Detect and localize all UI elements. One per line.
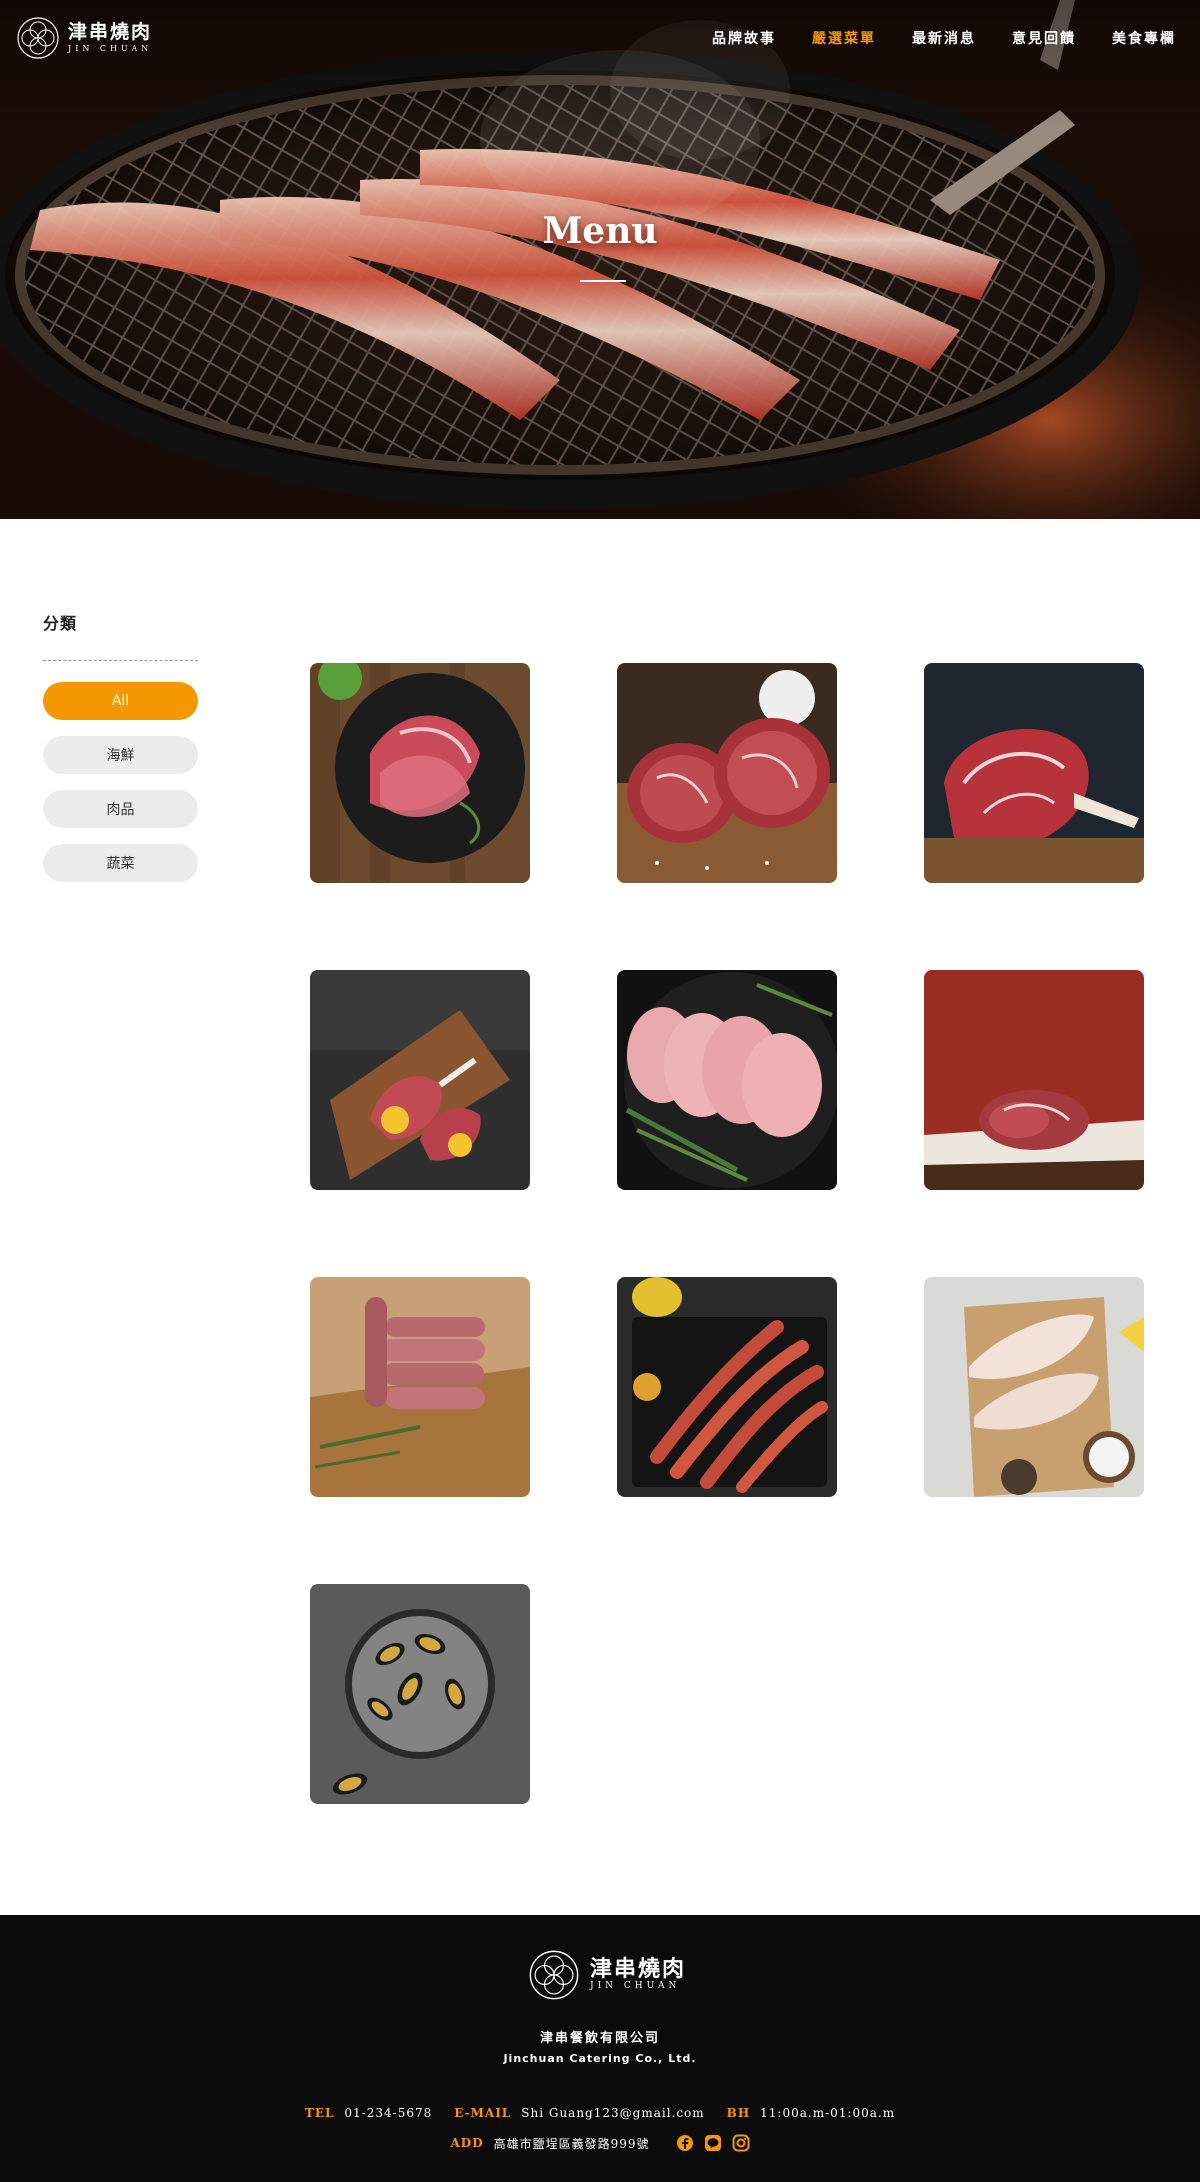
menu-item-card[interactable] xyxy=(924,1277,1144,1497)
hero-banner: 津串燒肉 JIN CHUAN 品牌故事 嚴選菜單 最新消息 意見回饋 美食專欄 … xyxy=(0,0,1200,519)
tomahawk-steak-photo xyxy=(924,663,1144,883)
social-icons xyxy=(676,2134,750,2152)
brand-name-cn: 津串燒肉 xyxy=(68,21,153,43)
address-value: 高雄市鹽埕區義發路999號 xyxy=(493,2136,650,2151)
category-meat-button[interactable]: 肉品 xyxy=(43,790,198,828)
lamb-chops-photo xyxy=(310,970,530,1190)
menu-item-card[interactable] xyxy=(617,663,837,883)
sidebar-divider xyxy=(43,660,198,661)
line-icon[interactable] xyxy=(704,2134,722,2152)
beef-steaks-photo xyxy=(617,663,837,883)
tel-label: TEL xyxy=(304,2106,335,2120)
category-seafood-button[interactable]: 海鮮 xyxy=(43,736,198,774)
nav-item-food-column[interactable]: 美食專欄 xyxy=(1112,28,1176,48)
menu-item-card[interactable] xyxy=(310,1584,530,1804)
company-name-cn: 津串餐飲有限公司 xyxy=(539,2031,660,2046)
footer-brand-name-cn: 津串燒肉 xyxy=(590,1956,687,1982)
tel-value[interactable]: 01-234-5678 xyxy=(344,2106,432,2120)
brand-logo[interactable]: 津串燒肉 JIN CHUAN xyxy=(16,16,152,60)
menu-item-card[interactable] xyxy=(310,970,530,1190)
pork-loin-slices-photo xyxy=(617,970,837,1190)
beef-roast-photo xyxy=(924,970,1144,1190)
fish-fillet-photo xyxy=(924,1277,1144,1497)
hero-overlay xyxy=(0,0,1200,519)
main-nav: 品牌故事 嚴選菜單 最新消息 意見回饋 美食專欄 xyxy=(712,28,1176,48)
company-name-en: Jinchuan Catering Co., Ltd. xyxy=(503,2052,697,2065)
menu-item-card[interactable] xyxy=(924,970,1144,1190)
bh-value: 11:00a.m-01:00a.m xyxy=(760,2106,896,2120)
footer-brand-name-en: JIN CHUAN xyxy=(590,1981,681,1991)
menu-item-card[interactable] xyxy=(310,663,530,883)
burger-patties-photo xyxy=(310,1277,530,1497)
logo-mark-icon xyxy=(17,17,59,59)
contact-row: TEL 01-234-5678 E-MAIL Shi Guang123@gmail.c… xyxy=(0,2106,1200,2120)
sidebar-title: 分類 xyxy=(43,614,78,633)
category-list: All 海鮮 肉品 蔬菜 xyxy=(43,682,198,882)
prosciutto-photo xyxy=(310,663,530,883)
instagram-icon[interactable] xyxy=(732,2134,750,2152)
menu-item-card[interactable] xyxy=(310,1277,530,1497)
category-sidebar: 分類 All 海鮮 肉品 蔬菜 xyxy=(43,610,198,882)
menu-item-card[interactable] xyxy=(617,1277,837,1497)
add-label: ADD xyxy=(450,2136,484,2150)
nav-item-news[interactable]: 最新消息 xyxy=(912,28,976,48)
footer-logo[interactable]: 津串燒肉 JIN CHUAN xyxy=(528,1949,686,2001)
nav-item-brand-story[interactable]: 品牌故事 xyxy=(712,28,776,48)
facebook-icon[interactable] xyxy=(676,2134,694,2152)
email-label: E-MAIL xyxy=(454,2106,512,2120)
category-all-button[interactable]: All xyxy=(43,682,198,720)
nav-item-feedback[interactable]: 意見回饋 xyxy=(1012,28,1076,48)
address-row: ADD 高雄市鹽埕區義發路999號 xyxy=(0,2134,1200,2152)
bh-label: BH xyxy=(726,2106,751,2120)
octopus-tentacles-photo xyxy=(617,1277,837,1497)
menu-item-card[interactable] xyxy=(617,970,837,1190)
title-underline xyxy=(580,280,626,282)
site-footer: 津串燒肉 JIN CHUAN 津串餐飲有限公司 Jinchuan Caterin… xyxy=(0,1915,1200,2182)
brand-name-en: JIN CHUAN xyxy=(68,44,153,53)
nav-item-menu[interactable]: 嚴選菜單 xyxy=(812,28,876,48)
mussels-photo xyxy=(310,1584,530,1804)
page-title: Menu xyxy=(542,210,658,252)
category-vegetable-button[interactable]: 蔬菜 xyxy=(43,844,198,882)
email-value[interactable]: Shi Guang123@gmail.com xyxy=(521,2106,704,2120)
menu-item-card[interactable] xyxy=(924,663,1144,883)
logo-mark-icon xyxy=(529,1950,579,2000)
